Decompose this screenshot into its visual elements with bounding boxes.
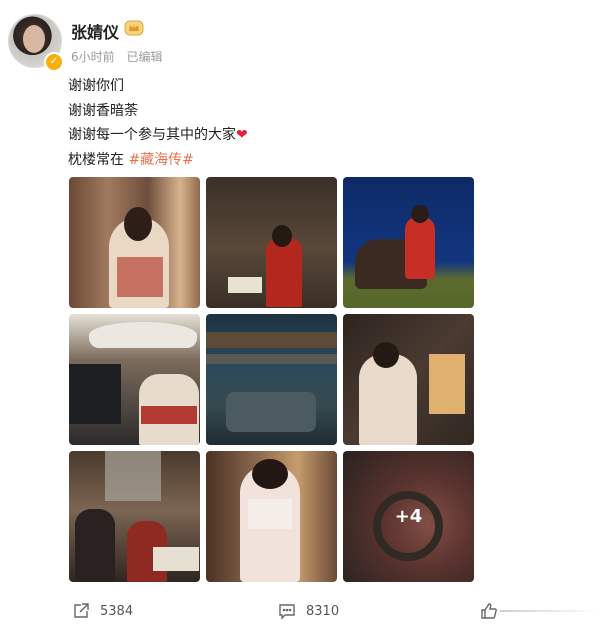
post-text: 谢谢你们 谢谢香暗荼 谢谢每一个参与其中的大家❤ 枕楼常在 #藏海传# — [68, 74, 248, 172]
post-meta: 6小时前 已编辑 — [71, 48, 162, 65]
photo-1[interactable] — [69, 177, 200, 308]
post-line: 谢谢香暗荼 — [68, 102, 138, 119]
post-line-text: 枕楼常在 — [68, 151, 124, 168]
photo-9[interactable]: +4 — [343, 451, 474, 582]
photo-grid: +4 — [69, 177, 475, 583]
user-name[interactable]: 张婧仪 — [71, 19, 119, 43]
comment-count: 8310 — [306, 603, 340, 619]
action-bar: 5384 8310 — [0, 596, 608, 626]
crown-icon — [124, 20, 144, 36]
verified-badge-icon: ✓ — [44, 52, 64, 72]
heart-icon: ❤ — [236, 127, 248, 143]
photo-6[interactable] — [343, 314, 474, 445]
share-count: 5384 — [100, 603, 134, 619]
photo-8[interactable] — [206, 451, 337, 582]
post-line: 枕楼常在 #藏海传# — [68, 148, 248, 173]
post-line: 谢谢你们 — [68, 78, 124, 94]
post-line-text: 谢谢每一个参与其中的大家 — [68, 127, 236, 143]
more-photos-overlay[interactable]: +4 — [343, 451, 474, 582]
photo-2[interactable] — [206, 177, 337, 308]
photo-5[interactable] — [206, 314, 337, 445]
comment-icon — [279, 604, 295, 620]
share-icon — [74, 603, 89, 618]
post-time[interactable]: 6小时前 — [71, 50, 115, 64]
edited-label: 已编辑 — [126, 50, 163, 64]
post-header: ✓ 张婧仪 6小时前 已编辑 — [8, 14, 598, 74]
comment-button[interactable]: 8310 — [278, 596, 339, 626]
post-line: 谢谢每一个参与其中的大家❤ — [68, 123, 248, 148]
hashtag-link[interactable]: #藏海传# — [128, 152, 193, 168]
photo-3[interactable] — [343, 177, 474, 308]
photo-4[interactable] — [69, 314, 200, 445]
thumbs-up-icon — [481, 603, 497, 619]
photo-7[interactable] — [69, 451, 200, 582]
like-divider — [500, 610, 600, 612]
share-button[interactable]: 5384 — [72, 596, 133, 626]
